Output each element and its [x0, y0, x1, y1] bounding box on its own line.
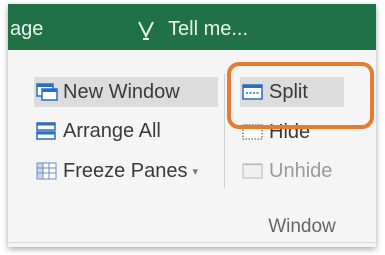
hide-label: Hide: [269, 120, 311, 143]
tell-me-search[interactable]: Tell me...: [168, 18, 248, 41]
page-layout-tab-partial[interactable]: age: [10, 18, 43, 41]
unhide-label: Unhide: [269, 159, 333, 182]
chevron-down-icon: ▾: [192, 165, 199, 178]
freeze-panes-icon: [36, 162, 57, 180]
new-window-label: New Window: [63, 80, 180, 103]
new-window-button[interactable]: New Window: [34, 77, 218, 107]
lightbulb-icon: [138, 21, 154, 40]
split-button[interactable]: Split: [240, 77, 344, 107]
unhide-button[interactable]: Unhide: [240, 156, 332, 186]
window-group-label: Window: [268, 216, 336, 237]
split-label: Split: [269, 80, 308, 103]
arrange-all-icon: [36, 122, 56, 140]
freeze-panes-button[interactable]: Freeze Panes ▾: [34, 156, 198, 186]
vertical-divider: [224, 74, 225, 188]
ribbon-tab-bar: age Tell me...: [8, 4, 376, 50]
ribbon-bottom-border: [8, 242, 376, 243]
unhide-window-icon: [242, 163, 263, 179]
freeze-panes-label: Freeze Panes: [63, 159, 188, 182]
split-icon: [242, 84, 263, 100]
arrange-all-label: Arrange All: [63, 119, 161, 142]
arrange-all-button[interactable]: Arrange All: [34, 116, 161, 146]
hide-window-icon: [242, 124, 263, 140]
ribbon-window-group: age Tell me... New Window Arrange All Fr…: [8, 4, 376, 247]
new-window-icon: [36, 83, 58, 101]
hide-button[interactable]: Hide: [240, 117, 310, 147]
